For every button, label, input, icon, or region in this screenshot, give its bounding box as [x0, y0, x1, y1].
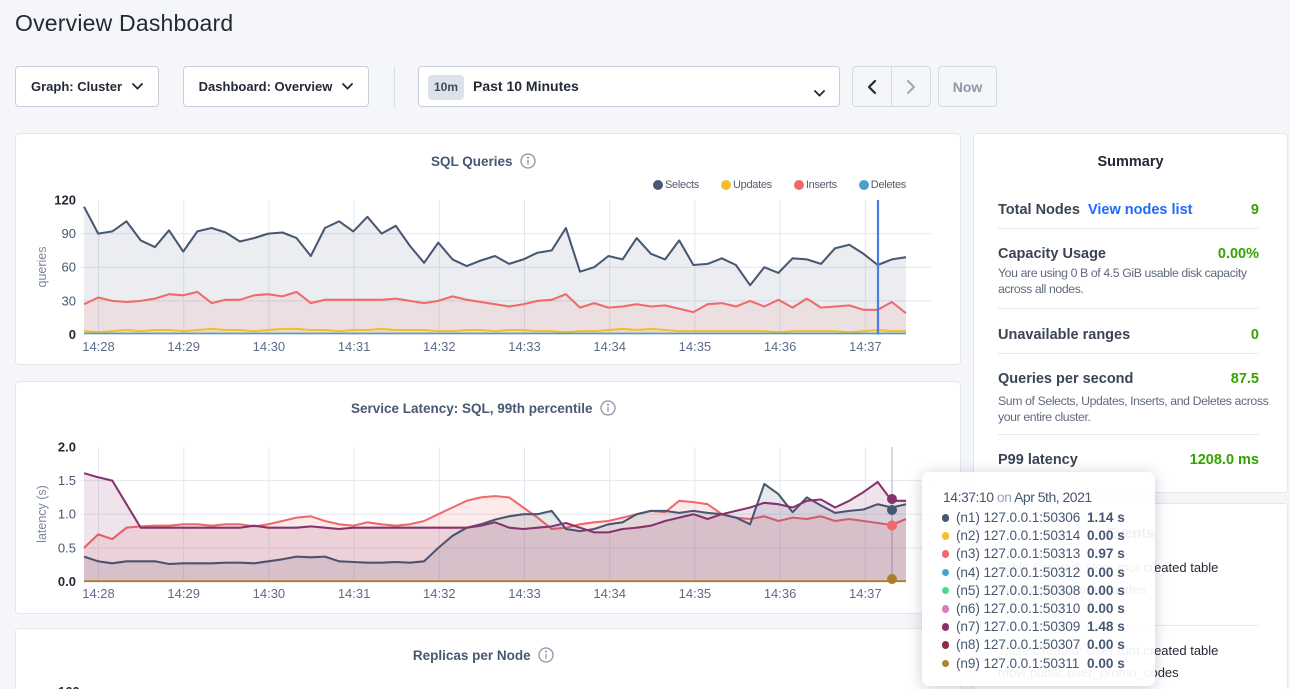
- svg-text:14:28: 14:28: [82, 586, 115, 601]
- svg-text:30: 30: [62, 293, 76, 308]
- svg-text:14:35: 14:35: [679, 339, 712, 354]
- svg-text:1.5: 1.5: [58, 473, 76, 488]
- svg-text:14:33: 14:33: [508, 586, 541, 601]
- svg-text:1.0: 1.0: [58, 507, 76, 522]
- svg-text:14:33: 14:33: [508, 339, 541, 354]
- svg-text:14:36: 14:36: [764, 586, 797, 601]
- svg-text:14:37: 14:37: [849, 339, 882, 354]
- svg-text:14:32: 14:32: [423, 586, 456, 601]
- svg-text:90: 90: [62, 226, 76, 241]
- svg-text:14:32: 14:32: [423, 339, 456, 354]
- svg-text:14:36: 14:36: [764, 339, 797, 354]
- svg-text:14:29: 14:29: [167, 339, 200, 354]
- svg-text:queries: queries: [35, 247, 49, 288]
- svg-text:14:31: 14:31: [338, 339, 371, 354]
- svg-text:14:31: 14:31: [338, 586, 371, 601]
- svg-text:14:37: 14:37: [849, 586, 882, 601]
- svg-text:14:34: 14:34: [593, 586, 626, 601]
- svg-text:0.0: 0.0: [58, 574, 76, 589]
- svg-text:0.5: 0.5: [58, 540, 76, 555]
- svg-text:14:29: 14:29: [167, 586, 200, 601]
- svg-text:14:34: 14:34: [593, 339, 626, 354]
- svg-text:120: 120: [54, 193, 76, 208]
- svg-text:14:28: 14:28: [82, 339, 115, 354]
- svg-text:60: 60: [62, 260, 76, 275]
- svg-text:2.0: 2.0: [58, 440, 76, 455]
- svg-text:0: 0: [69, 327, 76, 342]
- svg-text:14:35: 14:35: [679, 586, 712, 601]
- svg-text:14:30: 14:30: [253, 339, 286, 354]
- svg-text:latency (s): latency (s): [35, 485, 49, 543]
- svg-text:14:30: 14:30: [253, 586, 286, 601]
